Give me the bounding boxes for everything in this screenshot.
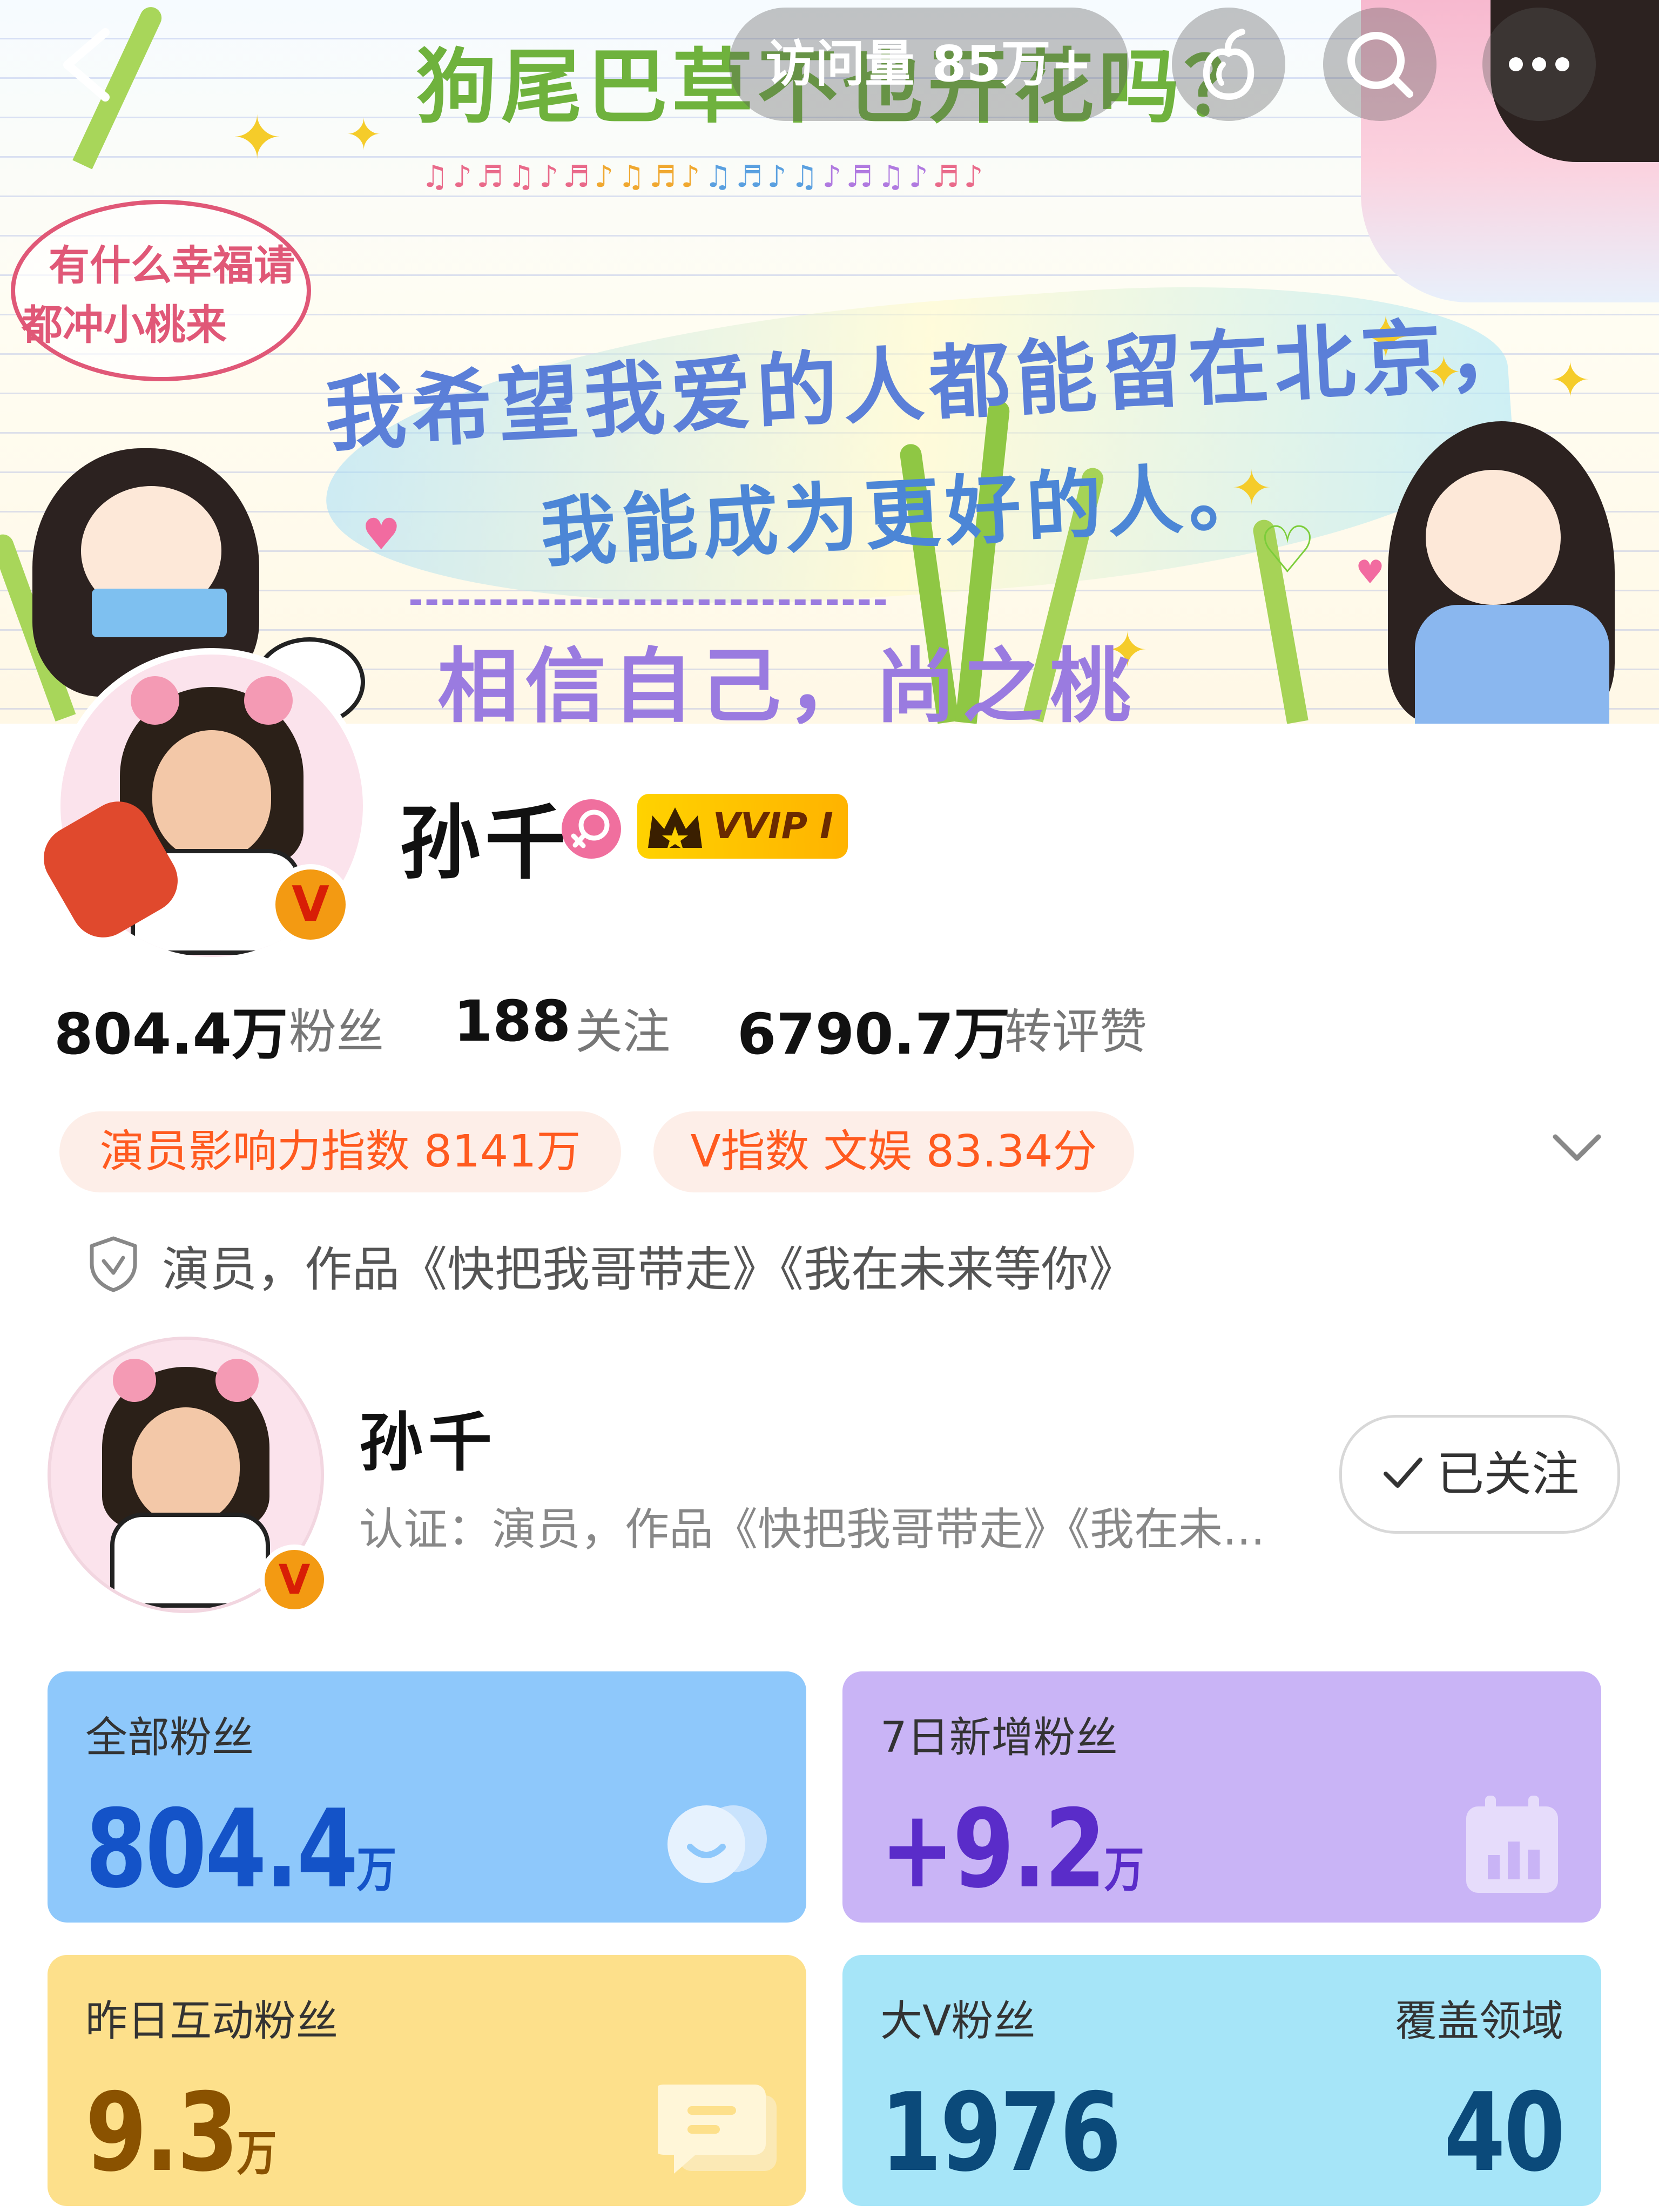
all-fans-value: 804.4万 — [85, 1786, 396, 1912]
following-label[interactable]: 关注 — [575, 994, 670, 1062]
heart-icon: ♥ — [1355, 554, 1385, 591]
cartoon-girl-left-collar — [92, 589, 227, 637]
music-notes: ♫♪♬♫♪♬♪♫♬♪♫♬♪♫♪♬♫♪♬♪ — [421, 159, 988, 194]
avatar-flower-right — [244, 676, 293, 725]
peach-icon — [1203, 29, 1255, 100]
all-fans-title: 全部粉丝 — [85, 1714, 254, 1762]
card-name[interactable]: 孙千 — [359, 1391, 497, 1483]
coverage-title: 覆盖领域 — [1394, 1997, 1563, 2046]
expand-button[interactable] — [1550, 1129, 1604, 1166]
card-avatar-flower-left — [113, 1359, 156, 1402]
profile-name: 孙千 — [400, 797, 571, 891]
likes-label[interactable]: 转评赞 — [1004, 994, 1147, 1062]
bubble-line-1: 有什么幸福请 — [49, 241, 295, 289]
visits-counter[interactable]: 访问量 85万+ — [729, 8, 1129, 121]
card-certification: 认证：演员，作品《快把我哥带走》《我在未... — [359, 1504, 1265, 1555]
coverage-value: 40 — [1444, 2070, 1565, 2196]
verification-text: 演员，作品《快把我哥带走》《我在未来等你》 — [162, 1242, 1137, 1297]
crown-icon — [648, 807, 702, 849]
vvip-label: VVIP I — [713, 805, 833, 847]
heart-icon: ♥ — [362, 509, 401, 559]
shield-icon — [86, 1234, 140, 1293]
female-icon — [562, 799, 621, 859]
v-index-text: V指数 文娱 83.34分 — [690, 1126, 1097, 1177]
calendar-chart-icon — [1466, 1796, 1558, 1893]
star-icon: ✦ — [346, 110, 382, 160]
bigv-fans-value: 1976 — [880, 2070, 1122, 2196]
search-icon — [1347, 32, 1413, 98]
peach-button[interactable] — [1172, 8, 1285, 121]
influence-index-chip[interactable]: 演员影响力指数 8141万 — [59, 1111, 621, 1192]
chevron-left-icon — [63, 28, 110, 102]
new-fans-value: +9.2万 — [880, 1786, 1144, 1912]
bigv-fans-title: 大V粉丝 — [880, 1997, 1036, 2046]
new-fans-title: 7日新增粉丝 — [880, 1714, 1118, 1762]
check-icon — [1384, 1458, 1422, 1488]
followed-button[interactable]: 已关注 — [1339, 1415, 1620, 1534]
bubble-line-2: 都冲小桃来 — [22, 301, 227, 349]
v-index-chip[interactable]: V指数 文娱 83.34分 — [653, 1111, 1134, 1192]
more-icon — [1509, 57, 1569, 71]
card-avatar-flower-right — [215, 1359, 259, 1402]
card-avatar-body — [110, 1513, 270, 1608]
fans-label[interactable]: 粉丝 — [289, 994, 384, 1062]
card-avatar-face — [132, 1407, 240, 1523]
verified-badge-icon: V — [270, 864, 351, 945]
vvip-badge[interactable]: VVIP I — [637, 794, 848, 859]
back-button[interactable] — [54, 27, 119, 103]
new-fans-tile[interactable]: 7日新增粉丝 +9.2万 — [842, 1671, 1601, 1923]
interact-fans-value: 9.3万 — [85, 2070, 276, 2196]
visits-text: 访问量 85万+ — [765, 35, 1092, 93]
bigv-fans-tile[interactable]: 大V粉丝 覆盖领域 1976 40 — [842, 1955, 1601, 2206]
search-button[interactable] — [1323, 8, 1437, 121]
more-button[interactable] — [1482, 8, 1596, 121]
message-icon — [658, 2085, 777, 2174]
interact-fans-tile[interactable]: 昨日互动粉丝 9.3万 — [48, 1955, 806, 2206]
profile-banner[interactable]: 狗尾巴草不也开花吗？ ♫♪♬♫♪♬♪♫♬♪♫♬♪♫♪♬♫♪♬♪ ✦ ✦ ✦ ✦ … — [0, 0, 1659, 724]
interact-fans-title: 昨日互动粉丝 — [85, 1997, 339, 2046]
cartoon-girl-right-face — [1426, 470, 1561, 605]
star-icon: ✦ — [232, 103, 282, 172]
banner-dashed-line — [410, 599, 886, 605]
banner-text-line-3: 相信自己，尚之桃 — [437, 639, 1138, 724]
avatar-flower-left — [131, 676, 179, 725]
followed-label: 已关注 — [1437, 1446, 1580, 1502]
fans-group-icon — [667, 1805, 767, 1883]
likes-count[interactable]: 6790.7万 — [737, 988, 1010, 1070]
fans-count[interactable]: 804.4万 — [54, 988, 288, 1070]
all-fans-tile[interactable]: 全部粉丝 804.4万 — [48, 1671, 806, 1923]
avatar-face — [152, 730, 271, 860]
card-verified-badge-icon: V — [259, 1545, 329, 1615]
following-count[interactable]: 188 — [454, 988, 571, 1054]
chevron-down-icon — [1553, 1134, 1601, 1161]
influence-index-text: 演员影响力指数 8141万 — [99, 1126, 581, 1177]
cartoon-girl-right-dress — [1415, 605, 1609, 724]
star-icon: ✦ — [1550, 352, 1591, 409]
